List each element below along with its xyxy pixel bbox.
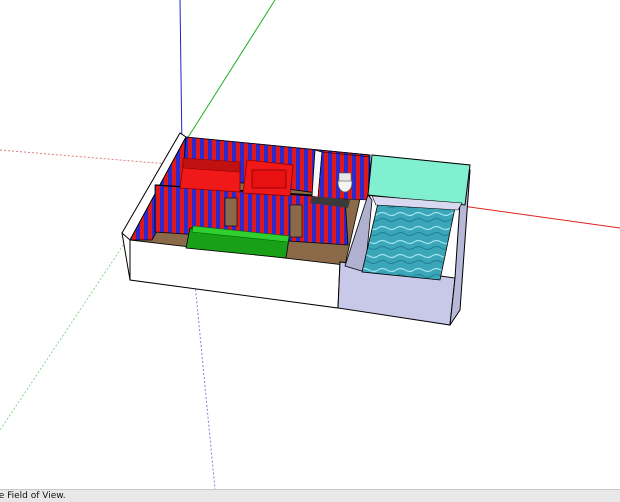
red-axis	[454, 204, 620, 229]
red-axis-dotted	[0, 149, 181, 166]
pool-water[interactable]	[361, 202, 456, 281]
status-bar: ge Field of View.	[0, 489, 620, 502]
toilet-tank	[338, 172, 352, 182]
sofa-cushion	[251, 169, 287, 189]
modeling-viewport[interactable]	[0, 0, 620, 489]
house-model[interactable]	[121, 132, 471, 326]
status-text: ge Field of View.	[0, 491, 66, 501]
door-opening-right	[289, 204, 303, 238]
3d-scene[interactable]	[0, 0, 620, 489]
blue-axis	[179, 0, 183, 151]
door-opening-left	[224, 197, 238, 227]
green-axis	[179, 0, 276, 151]
